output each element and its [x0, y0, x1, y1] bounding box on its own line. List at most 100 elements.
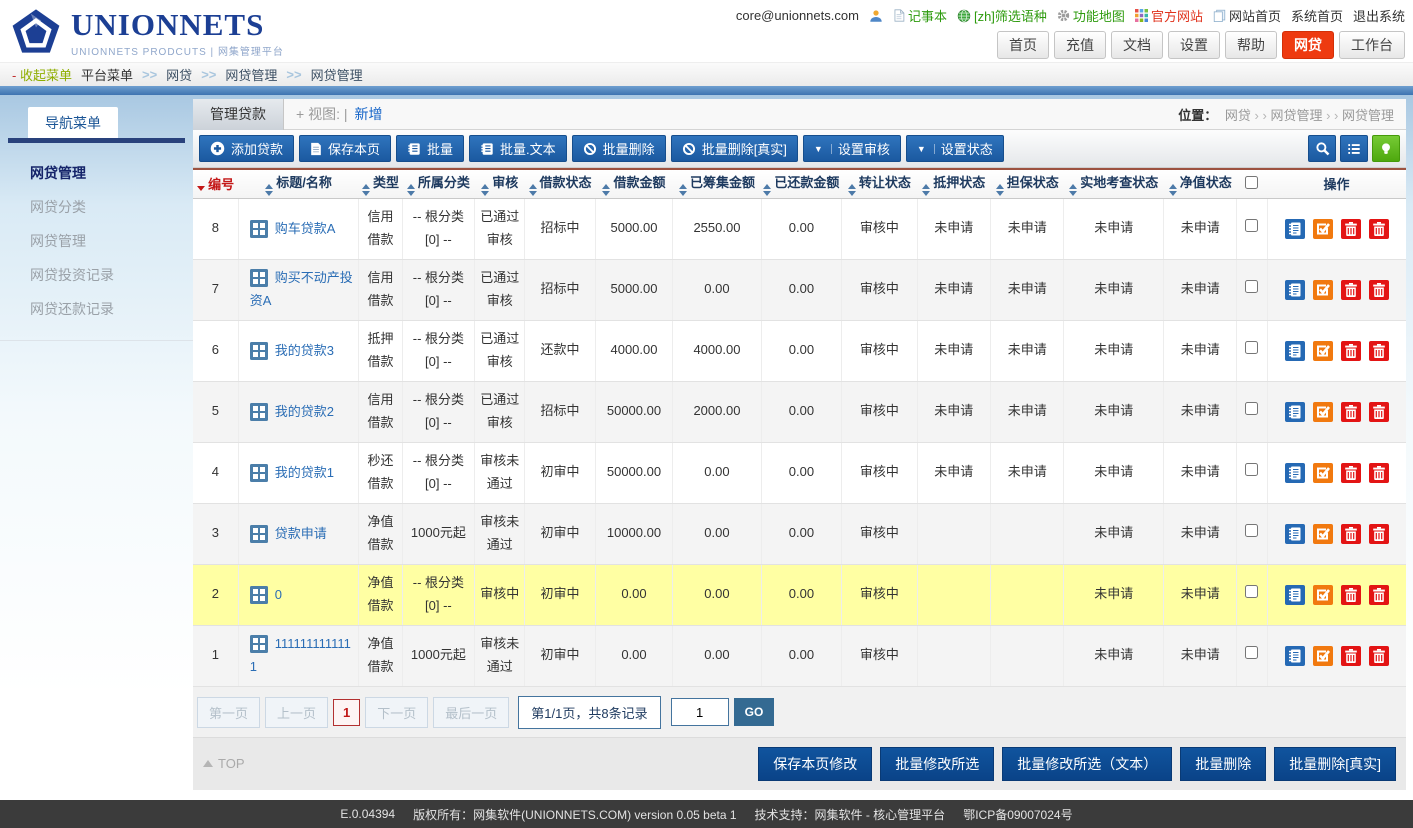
detail-button[interactable] [1285, 524, 1305, 544]
column-header-check[interactable] [1237, 169, 1267, 198]
column-header-loan_status[interactable]: 借款状态 [525, 169, 595, 198]
sidebar-tab-nav-menu[interactable]: 导航菜单 [28, 107, 118, 138]
row-checkbox[interactable] [1245, 463, 1258, 476]
toolbar-button-4[interactable]: 批量.文本 [469, 135, 567, 162]
bulb-button[interactable] [1372, 135, 1400, 162]
detail-button[interactable] [1285, 463, 1305, 483]
quicklink-5[interactable]: 网站首页 [1213, 6, 1281, 25]
bottom-button-1[interactable]: 保存本页修改 [758, 747, 872, 781]
bottom-button-2[interactable]: 批量修改所选 [880, 747, 994, 781]
bottom-button-3[interactable]: 批量修改所选（文本） [1002, 747, 1172, 781]
tab-manage-loans[interactable]: 管理贷款 [193, 99, 284, 130]
loan-title-link[interactable]: 我的贷款1 [275, 465, 334, 480]
toolbar-button-8[interactable]: ▼设置状态 [906, 135, 1004, 162]
quicklink-4[interactable]: 官方网站 [1135, 6, 1203, 25]
column-header-category[interactable]: 所属分类 [402, 169, 474, 198]
sidebar-item-2[interactable]: 网贷分类 [30, 190, 183, 224]
column-header-repaid[interactable]: 已还款金额 [761, 169, 841, 198]
row-checkbox[interactable] [1245, 280, 1258, 293]
column-header-mortgage[interactable]: 抵押状态 [917, 169, 990, 198]
row-checkbox[interactable] [1245, 646, 1258, 659]
breadcrumb-item-1[interactable]: 网贷 [166, 65, 192, 84]
real-delete-button[interactable] [1369, 646, 1389, 666]
detail-button[interactable] [1285, 341, 1305, 361]
loan-title-link[interactable]: 我的贷款2 [275, 404, 334, 419]
breadcrumb-item-2[interactable]: 网贷管理 [225, 65, 277, 84]
detail-button[interactable] [1285, 219, 1305, 239]
collapse-menu-link[interactable]: 收起菜单 [12, 65, 72, 84]
sidebar-item-5[interactable]: 网贷还款记录 [30, 292, 183, 326]
nav-tab-3[interactable]: 文档 [1111, 31, 1163, 59]
row-checkbox[interactable] [1245, 402, 1258, 415]
toolbar-button-2[interactable]: 保存本页 [299, 135, 391, 162]
column-header-raised[interactable]: 已筹集金额 [673, 169, 762, 198]
quicklink-3[interactable]: 功能地图 [1057, 6, 1125, 25]
audit-button[interactable] [1313, 646, 1333, 666]
column-header-transfer[interactable]: 转让状态 [842, 169, 917, 198]
row-checkbox[interactable] [1245, 524, 1258, 537]
audit-button[interactable] [1313, 524, 1333, 544]
delete-button[interactable] [1341, 463, 1361, 483]
page-last-button[interactable]: 最后一页 [433, 697, 509, 728]
row-checkbox[interactable] [1245, 585, 1258, 598]
audit-button[interactable] [1313, 219, 1333, 239]
select-all-checkbox[interactable] [1245, 176, 1258, 189]
real-delete-button[interactable] [1369, 463, 1389, 483]
column-header-inspect[interactable]: 实地考查状态 [1064, 169, 1164, 198]
quicklink-6[interactable]: 系统首页 [1291, 6, 1343, 25]
detail-button[interactable] [1285, 585, 1305, 605]
real-delete-button[interactable] [1369, 280, 1389, 300]
bottom-button-5[interactable]: 批量删除[真实] [1274, 747, 1396, 781]
real-delete-button[interactable] [1369, 219, 1389, 239]
breadcrumb-item-3[interactable]: 网贷管理 [311, 65, 363, 84]
nav-tab-5[interactable]: 帮助 [1225, 31, 1277, 59]
person-icon[interactable] [869, 9, 883, 23]
audit-button[interactable] [1313, 585, 1333, 605]
row-checkbox[interactable] [1245, 341, 1258, 354]
loan-title-link[interactable]: 贷款申请 [275, 526, 327, 541]
loan-title-link[interactable]: 我的贷款3 [275, 343, 334, 358]
toolbar-button-3[interactable]: 批量 [396, 135, 464, 162]
page-first-button[interactable]: 第一页 [197, 697, 260, 728]
toolbar-button-1[interactable]: 添加贷款 [199, 135, 294, 162]
toolbar-button-7[interactable]: ▼设置审核 [803, 135, 901, 162]
bottom-button-4[interactable]: 批量删除 [1180, 747, 1266, 781]
toolbar-button-6[interactable]: 批量删除[真实] [671, 135, 798, 162]
detail-button[interactable] [1285, 280, 1305, 300]
nav-tab-6[interactable]: 网贷 [1282, 31, 1334, 59]
nav-tab-2[interactable]: 充值 [1054, 31, 1106, 59]
search-button[interactable] [1308, 135, 1336, 162]
back-to-top-link[interactable]: TOP [203, 756, 245, 771]
column-header-title[interactable]: 标题/名称 [238, 169, 359, 198]
audit-button[interactable] [1313, 463, 1333, 483]
real-delete-button[interactable] [1369, 402, 1389, 422]
delete-button[interactable] [1341, 524, 1361, 544]
audit-button[interactable] [1313, 341, 1333, 361]
nav-tab-4[interactable]: 设置 [1168, 31, 1220, 59]
view-new-link[interactable]: 新增 [354, 104, 382, 124]
quicklink-1[interactable]: 记事本 [893, 6, 947, 25]
delete-button[interactable] [1341, 219, 1361, 239]
nav-tab-1[interactable]: 首页 [997, 31, 1049, 59]
page-input[interactable] [671, 698, 729, 726]
loan-title-link[interactable]: 购车贷款A [275, 221, 336, 236]
list-view-button[interactable] [1340, 135, 1368, 162]
column-header-guarantee[interactable]: 担保状态 [991, 169, 1064, 198]
sidebar-item-4[interactable]: 网贷投资记录 [30, 258, 183, 292]
page-prev-button[interactable]: 上一页 [265, 697, 328, 728]
column-header-id[interactable]: 编号 [193, 169, 238, 198]
loan-title-link[interactable]: 0 [275, 587, 282, 602]
quicklink-7[interactable]: 退出系统 [1353, 6, 1405, 25]
row-checkbox[interactable] [1245, 219, 1258, 232]
platform-menu-link[interactable]: 平台菜单 [81, 65, 133, 84]
real-delete-button[interactable] [1369, 585, 1389, 605]
audit-button[interactable] [1313, 280, 1333, 300]
page-current[interactable]: 1 [333, 699, 360, 726]
audit-button[interactable] [1313, 402, 1333, 422]
nav-tab-7[interactable]: 工作台 [1339, 31, 1405, 59]
detail-button[interactable] [1285, 402, 1305, 422]
sidebar-item-1[interactable]: 网贷管理 [30, 156, 183, 190]
delete-button[interactable] [1341, 341, 1361, 361]
delete-button[interactable] [1341, 280, 1361, 300]
detail-button[interactable] [1285, 646, 1305, 666]
